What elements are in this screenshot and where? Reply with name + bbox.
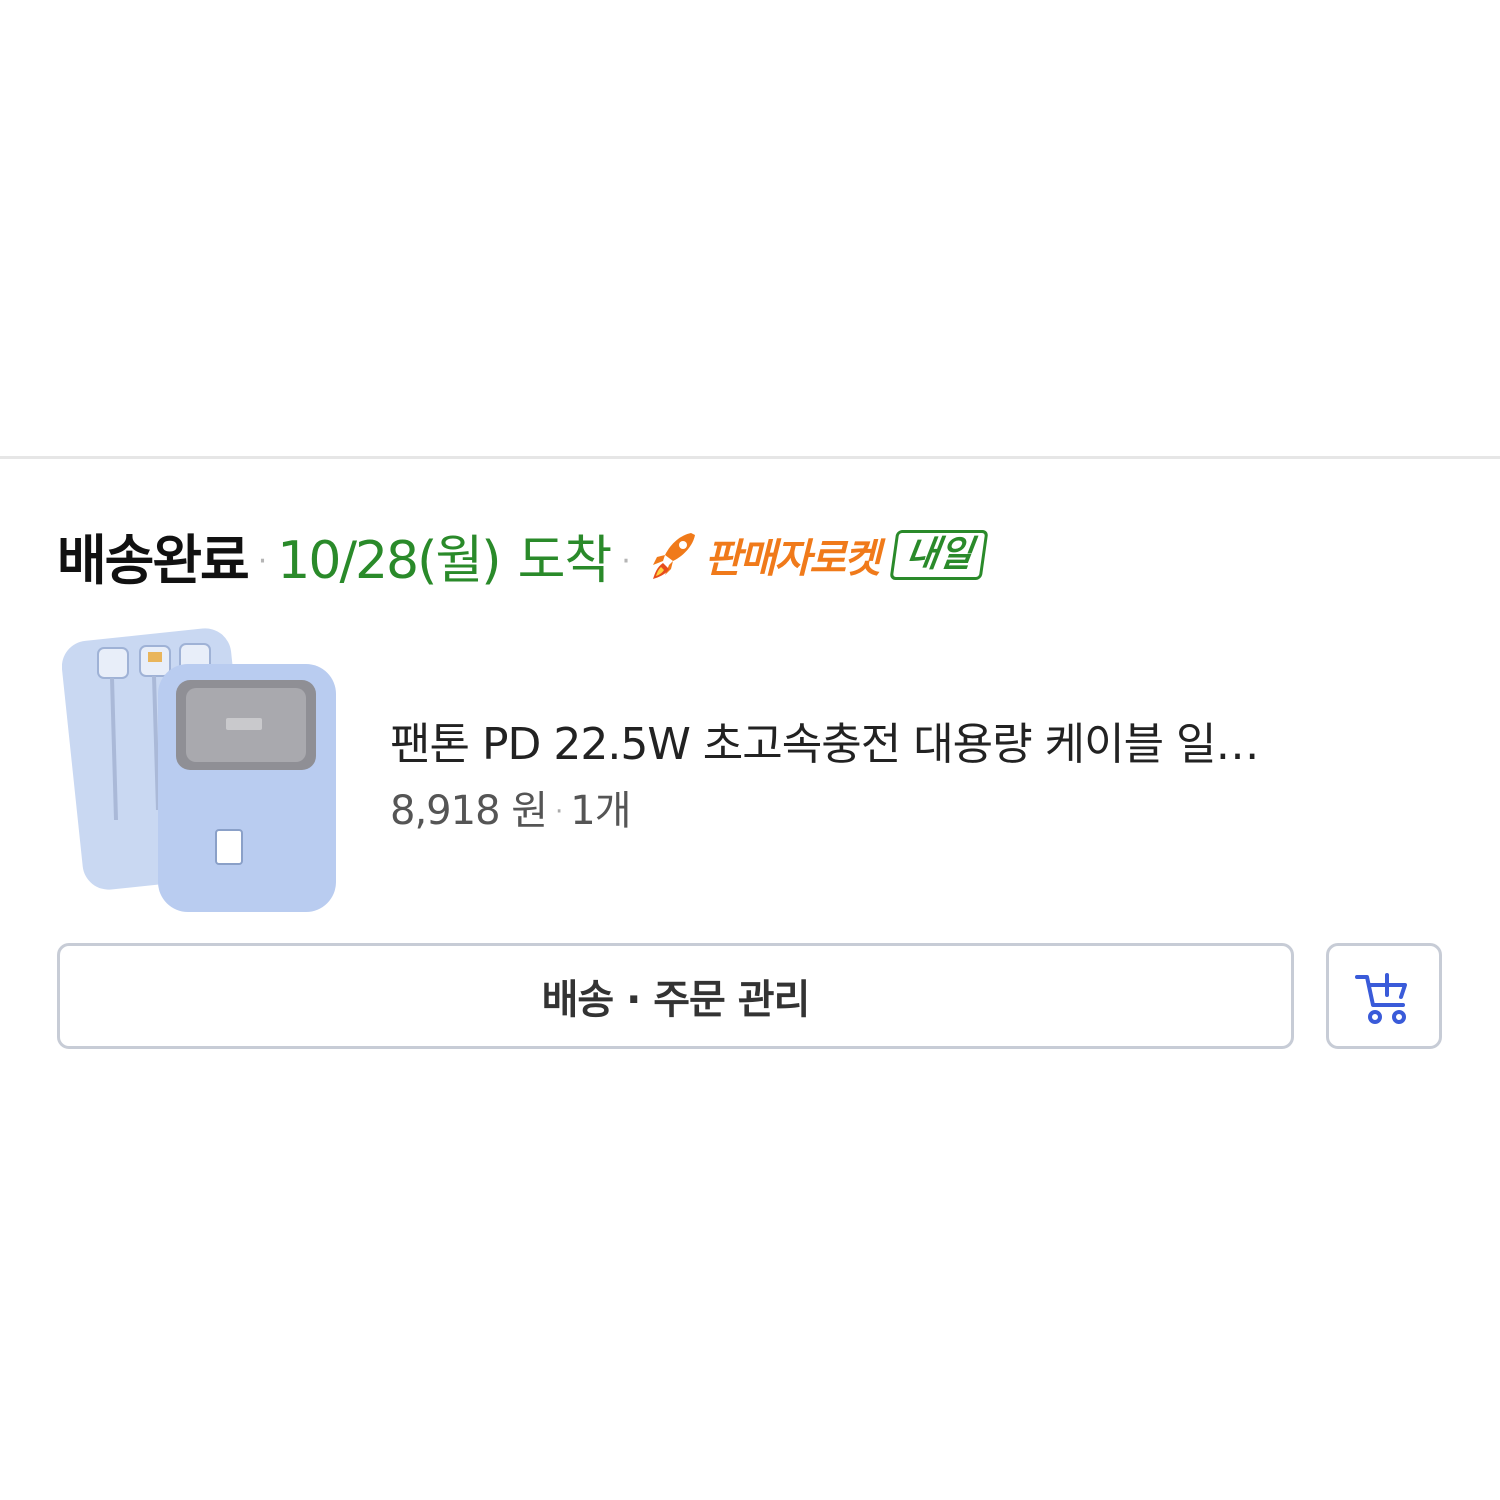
product-meta: 8,918 원 · 1개 [390,778,632,836]
add-to-cart-icon [1355,973,1407,1024]
manage-button-label: 배송 · 주문 관리 [541,977,811,1023]
add-to-cart-button[interactable] [1326,943,1442,1049]
product-price: 8,918 원 [390,788,548,834]
delivery-order-manage-button[interactable]: 배송 · 주문 관리 [57,943,1294,1049]
separator-dot: · [621,543,631,579]
delivery-status-row: 배송완료 · 10/28(월) 도착 · 판매자로켓 내일 [57,515,989,595]
separator-dot: · [555,797,563,827]
delivery-status: 배송완료 [57,528,250,592]
arrival-suffix: 도착 [517,530,613,591]
order-page: 배송완료 · 10/28(월) 도착 · 판매자로켓 내일 팬톤 PD 22.5… [0,0,1500,1500]
separator-dot: · [257,543,268,579]
rocket-icon [652,533,695,579]
arrival-date: 10/28(월) [277,530,501,591]
seller-rocket-label: 판매자로켓 [704,536,881,582]
power-bank-image[interactable] [62,620,352,920]
tomorrow-badge: 내일 [889,530,989,580]
product-title[interactable]: 팬톤 PD 22.5W 초고속충전 대용량 케이블 일… [390,708,1420,772]
product-quantity: 1개 [570,788,631,834]
